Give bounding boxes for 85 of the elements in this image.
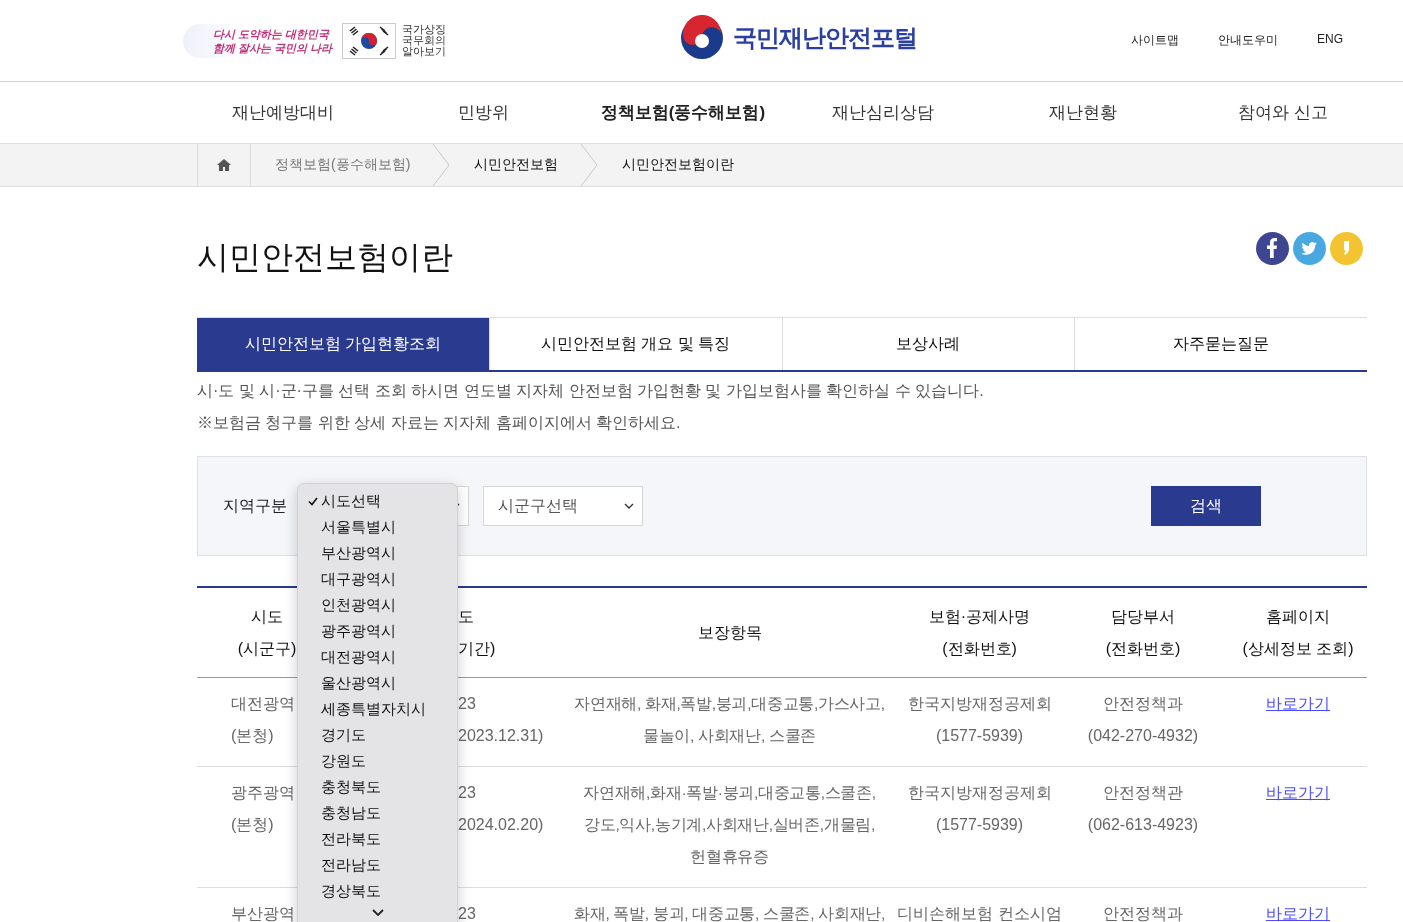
department-cell-text: (042-270-4932) xyxy=(1087,726,1199,746)
homepage-link[interactable]: 바로가기 xyxy=(1266,688,1330,720)
coverage-cell-text: 물놀이, 사회재난, 스쿨존 xyxy=(643,726,816,746)
coverage-cell-text: 자연재해, 화재,폭발,붕괴,대중교통,가스사고, xyxy=(574,694,885,714)
department-cell-text: 안전정책관 xyxy=(1103,783,1183,803)
coverage-cell-text: 화재, 폭발, 붕괴, 대중교통, 스쿨존, 사회재난, xyxy=(574,904,885,922)
symbol-link[interactable]: 국가상징 국무회의 알아보기 xyxy=(402,24,447,57)
column-header: 시도 xyxy=(251,606,283,627)
dropdown-option[interactable]: 인천광역시 xyxy=(321,595,396,615)
column-header: 담당부서 xyxy=(1111,606,1175,627)
region-label: 지역구분 xyxy=(223,495,287,516)
period-cell-text: 2023.12.31) xyxy=(458,726,544,746)
dropdown-option[interactable]: 부산광역시 xyxy=(321,543,396,563)
search-button[interactable]: 검색 xyxy=(1151,486,1261,526)
district-select[interactable]: 시군구선택 xyxy=(483,486,643,526)
insurer-cell-text: 디비손해보험 컨소시엄 xyxy=(897,904,1062,922)
insurer-cell-text: 한국지방재정공제회 xyxy=(907,694,1052,714)
department-cell-text: (062-613-4923) xyxy=(1087,815,1199,835)
dropdown-option[interactable]: 서울특별시 xyxy=(321,517,396,537)
utility-link[interactable]: 사이트맵 xyxy=(1131,32,1179,49)
dropdown-option[interactable]: 충청남도 xyxy=(321,803,381,823)
homepage-link[interactable]: 바로가기 xyxy=(1266,777,1330,809)
region-cell-text: 광주광역 xyxy=(231,783,295,803)
column-header: 보험·공제사명 xyxy=(928,606,1031,627)
nav-menu-item[interactable]: 민방위 xyxy=(383,101,583,124)
dropdown-option[interactable]: 경상북도 xyxy=(321,881,381,901)
column-header: (시군구) xyxy=(237,638,297,659)
dropdown-option[interactable]: 세종특별자치시 xyxy=(321,699,426,719)
nav-menu-item[interactable]: 재난예방대비 xyxy=(183,101,383,124)
column-header: 도 xyxy=(458,606,474,627)
dropdown-option[interactable]: 경기도 xyxy=(321,725,366,745)
column-header: (전화번호) xyxy=(1105,638,1181,659)
period-cell-text: 23 xyxy=(458,783,476,803)
page-title: 시민안전보험이란 xyxy=(197,238,453,277)
dropdown-option[interactable]: 울산광역시 xyxy=(321,673,396,693)
column-header: 보장항목 xyxy=(697,622,762,643)
nav-menu-item[interactable]: 재난현황 xyxy=(983,101,1183,124)
nav-menu-item[interactable]: 재난심리상담 xyxy=(783,101,983,124)
insurer-cell-text: 한국지방재정공제회 xyxy=(907,783,1052,803)
coverage-cell-text: 강도,익사,농기계,사회재난,실버존,개물림, xyxy=(584,815,875,835)
home-icon xyxy=(217,159,231,171)
dropdown-option[interactable]: 충청북도 xyxy=(321,777,381,797)
department-cell-text: 안전정책과 xyxy=(1103,904,1183,922)
chevron-down-icon xyxy=(624,503,634,509)
region-cell-text: (본청) xyxy=(231,726,274,746)
column-header: (상세정보 조회) xyxy=(1242,638,1354,659)
breadcrumb-link[interactable]: 시민안전보험 xyxy=(450,156,581,174)
site-title[interactable]: 국민재난안전포털 xyxy=(733,21,917,54)
column-header: 홈페이지 xyxy=(1266,606,1330,627)
flag-icon[interactable] xyxy=(342,22,397,59)
utility-link[interactable]: ENG xyxy=(1317,32,1343,49)
note-text: 시·도 및 시·군·구를 선택 조회 하시면 연도별 지자체 안전보험 가입현황 및 가입보험사를 확인하실 수 있습니다. xyxy=(197,381,985,401)
tab[interactable]: 시민안전보험 가입현황조회 xyxy=(197,318,489,370)
breadcrumb-link[interactable]: 정책보험(풍수해보험) xyxy=(251,156,433,174)
note-text: ※보험금 청구를 위한 상세 자료는 지자체 홈페이지에서 확인하세요. xyxy=(197,413,682,433)
breadcrumb-link[interactable]: 시민안전보험이란 xyxy=(598,156,757,174)
dropdown-option[interactable]: 시도선택 xyxy=(321,491,381,511)
dropdown-option[interactable]: 광주광역시 xyxy=(321,621,396,641)
coverage-cell-text: 헌혈휴유증 xyxy=(690,847,769,867)
period-cell-text: 23 xyxy=(458,904,476,922)
facebook-icon[interactable] xyxy=(1256,231,1289,265)
column-header: (전화번호) xyxy=(942,638,1017,659)
region-cell-text: 부산광역 xyxy=(231,904,295,922)
dropdown-option[interactable]: 대구광역시 xyxy=(321,569,396,589)
dropdown-option[interactable]: 대전광역시 xyxy=(321,647,396,667)
chevron-separator-icon xyxy=(580,144,599,186)
chevron-separator-icon xyxy=(432,144,451,186)
utility-link[interactable]: 안내도우미 xyxy=(1218,32,1278,49)
column-header: 기간) xyxy=(458,638,496,659)
region-cell-text: (본청) xyxy=(231,815,274,835)
insurer-cell-text: (1577-5939) xyxy=(935,815,1024,835)
period-cell-text: 23 xyxy=(458,694,476,714)
coverage-cell-text: 자연재해,화재·폭발·붕괴,대중교통,스쿨존, xyxy=(583,783,876,803)
insurer-cell-text: (1577-5939) xyxy=(935,726,1024,746)
period-cell-text: 2024.02.20) xyxy=(458,815,544,835)
portal-logo-icon[interactable] xyxy=(679,14,725,61)
nav-menu-item[interactable]: 정책보험(풍수해보험) xyxy=(583,101,783,124)
dropdown-option[interactable]: 강원도 xyxy=(321,751,366,771)
dropdown-option[interactable]: 전라남도 xyxy=(321,855,381,875)
homepage-link[interactable]: 바로가기 xyxy=(1266,898,1330,922)
nav-menu-item[interactable]: 참여와 신고 xyxy=(1183,101,1383,124)
region-cell-text: 대전광역 xyxy=(231,694,295,714)
dropdown-option[interactable]: 전라북도 xyxy=(321,829,381,849)
department-cell-text: 안전정책과 xyxy=(1103,694,1183,714)
scroll-down-icon[interactable] xyxy=(372,909,384,916)
